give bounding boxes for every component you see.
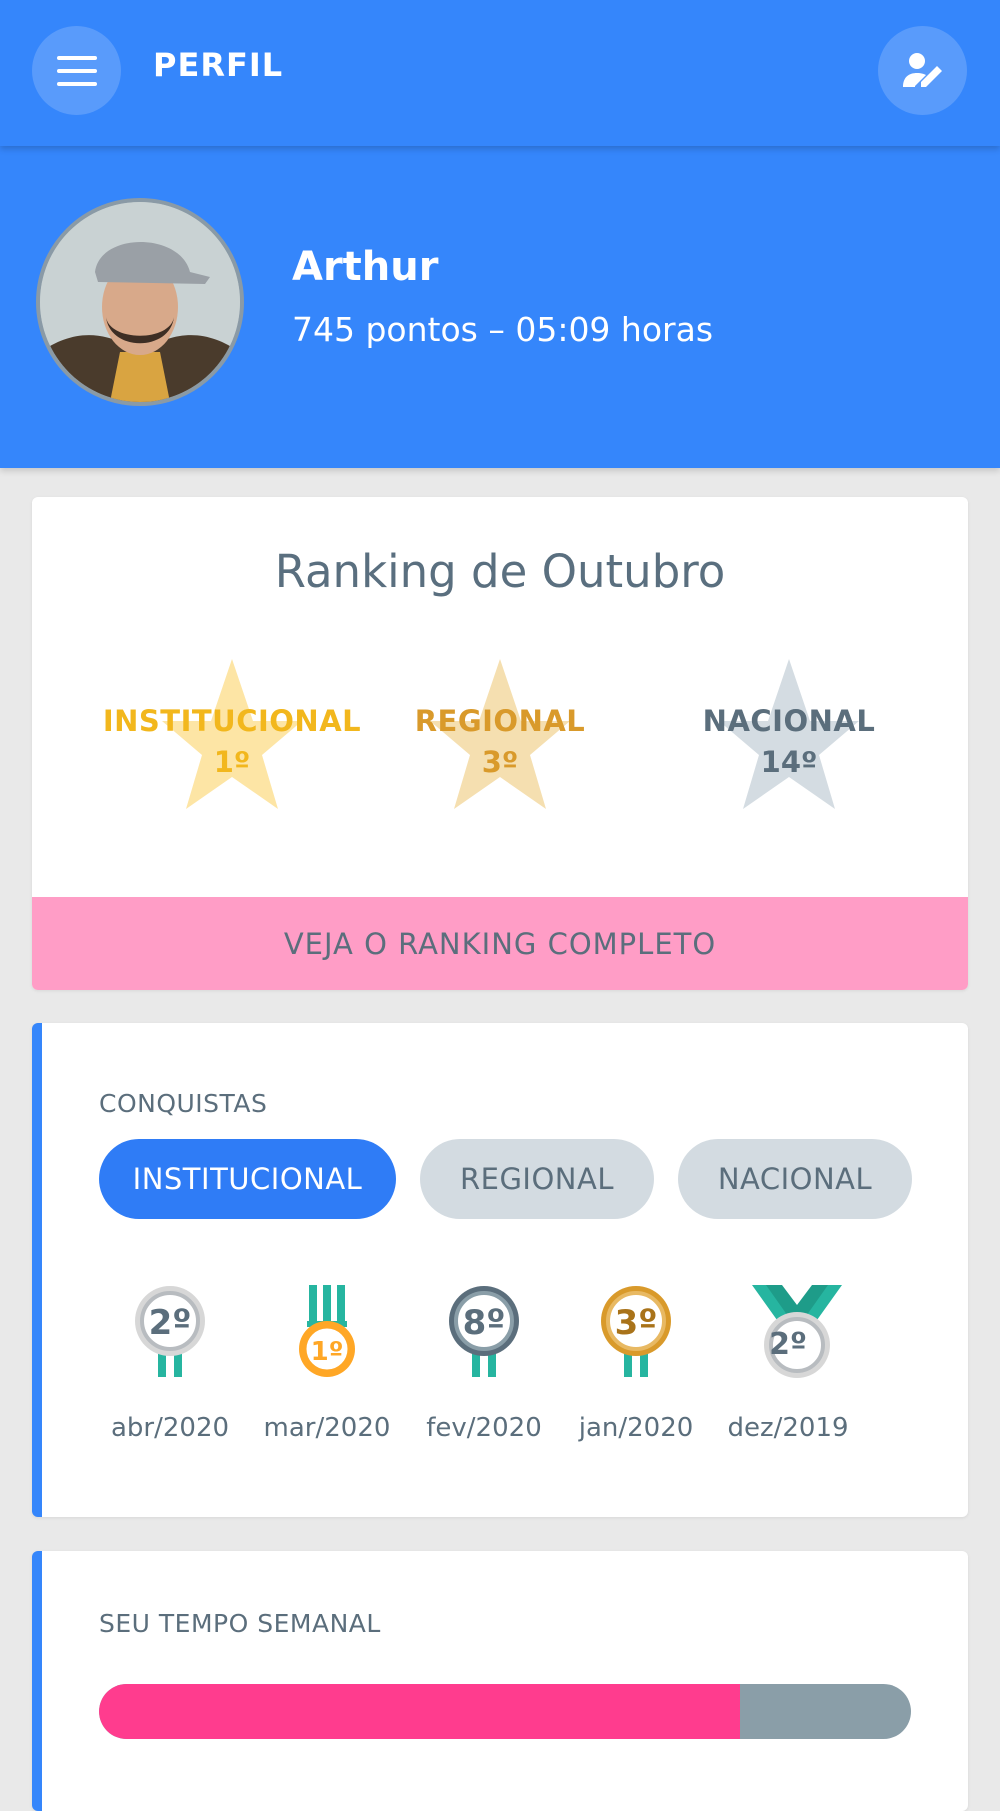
page-title: PERFIL — [153, 46, 284, 84]
ranking-card: Ranking de Outubro INSTITUCIONAL 1º REGI… — [32, 497, 968, 990]
app-bar: PERFIL — [0, 0, 1000, 146]
ranking-nacional: NACIONAL 14º — [654, 659, 924, 819]
avatar[interactable] — [36, 198, 244, 406]
ranking-institucional: INSTITUCIONAL 1º — [97, 659, 367, 819]
medal-date: mar/2020 — [263, 1413, 391, 1443]
user-name: Arthur — [292, 244, 439, 290]
edit-profile-icon — [902, 52, 942, 87]
medal-date: fev/2020 — [426, 1413, 542, 1443]
tab-institucional[interactable]: INSTITUCIONAL — [99, 1139, 396, 1219]
medal-date: dez/2019 — [727, 1413, 849, 1443]
ranking-scope-label: INSTITUCIONAL — [102, 704, 362, 738]
weekly-time-progress — [99, 1684, 911, 1739]
medal-position: 3º — [614, 1303, 658, 1343]
medal-position: 2º — [769, 1327, 807, 1362]
medal-date: jan/2020 — [578, 1413, 694, 1443]
menu-icon — [56, 55, 97, 86]
tab-nacional[interactable]: NACIONAL — [678, 1139, 912, 1219]
medal-position: 1º — [310, 1337, 344, 1367]
ranking-scope-label: REGIONAL — [414, 704, 586, 738]
ranking-scope-label: NACIONAL — [702, 704, 876, 738]
medal-item[interactable]: 8º fev/2020 — [414, 1285, 554, 1443]
medal-position: 8º — [462, 1303, 506, 1343]
tab-regional[interactable]: REGIONAL — [420, 1139, 654, 1219]
medal-position: 2º — [148, 1303, 192, 1343]
medal-item[interactable]: 1º mar/2020 — [257, 1285, 397, 1443]
achievements-card: CONQUISTAS INSTITUCIONAL REGIONAL NACION… — [32, 1023, 968, 1517]
ranking-position: 14º — [760, 745, 818, 779]
weekly-time-card: SEU TEMPO SEMANAL — [32, 1551, 968, 1811]
weekly-time-progress-fill — [99, 1684, 741, 1739]
ranking-position: 1º — [213, 745, 251, 779]
medal-item[interactable]: 2º dez/2019 — [718, 1285, 858, 1443]
full-ranking-button[interactable]: VEJA O RANKING COMPLETO — [32, 897, 968, 990]
medal-item[interactable]: 3º jan/2020 — [566, 1285, 706, 1443]
menu-button[interactable] — [32, 26, 121, 115]
ranking-title: Ranking de Outubro — [274, 545, 726, 598]
user-stats: 745 pontos – 05:09 horas — [292, 310, 714, 349]
medal-item[interactable]: 2º abr/2020 — [100, 1285, 240, 1443]
medal-date: abr/2020 — [110, 1413, 230, 1443]
edit-profile-button[interactable] — [878, 26, 967, 115]
section-label: CONQUISTAS — [99, 1089, 268, 1118]
ranking-regional: REGIONAL 3º — [365, 659, 635, 819]
ranking-position: 3º — [481, 745, 519, 779]
section-label: SEU TEMPO SEMANAL — [99, 1609, 381, 1638]
profile-header: Arthur 745 pontos – 05:09 horas — [0, 146, 1000, 468]
